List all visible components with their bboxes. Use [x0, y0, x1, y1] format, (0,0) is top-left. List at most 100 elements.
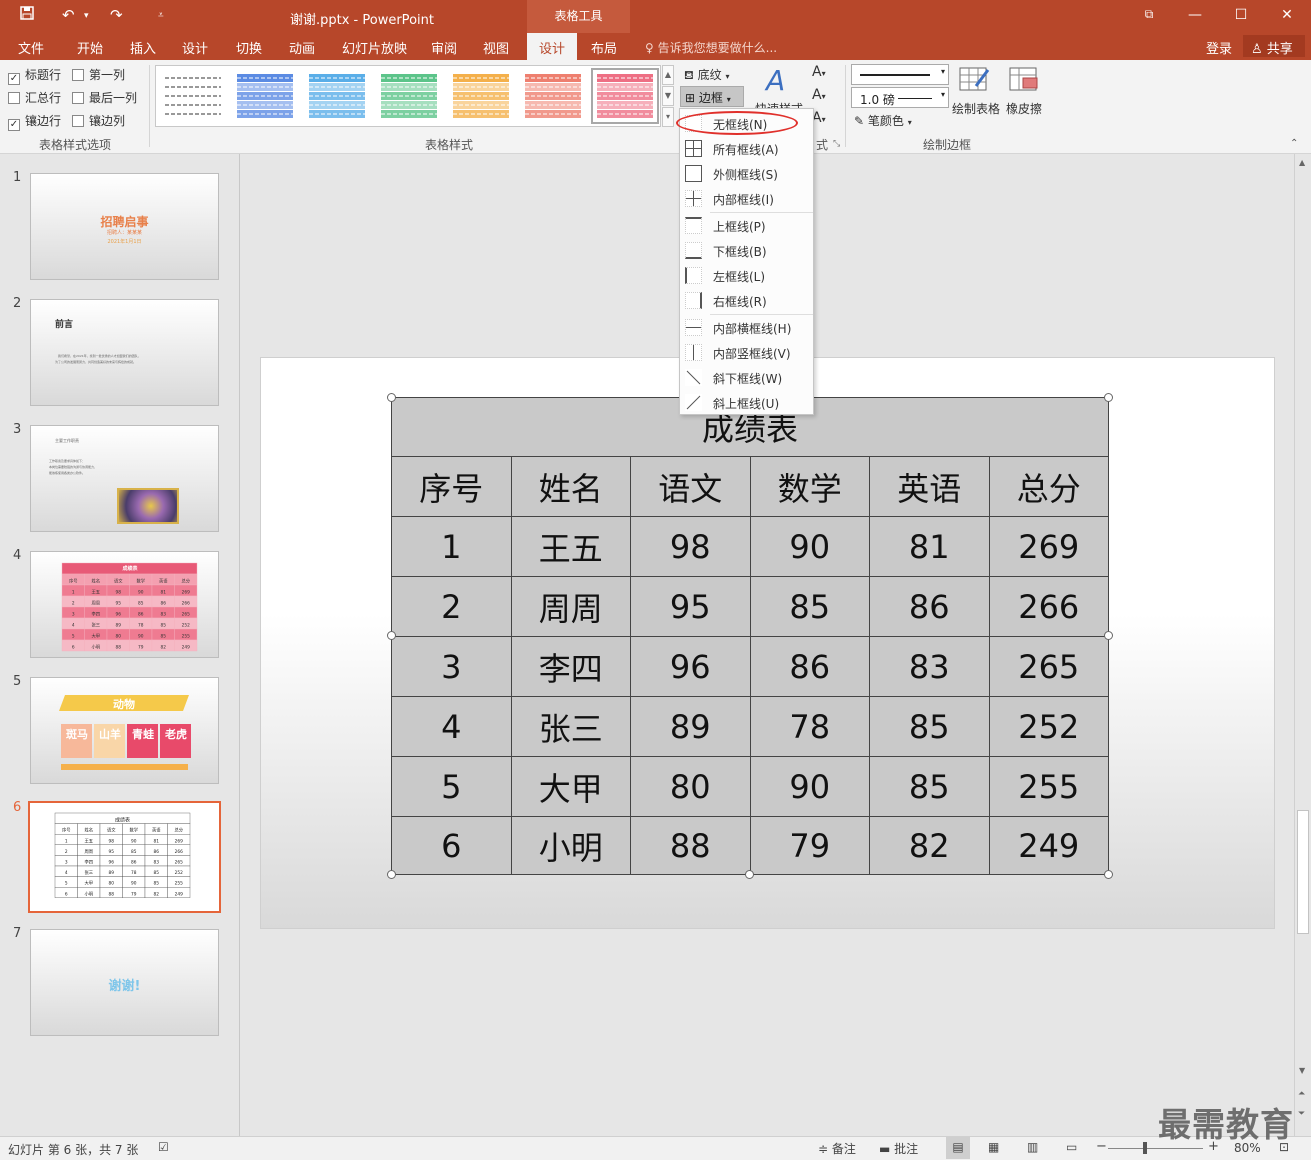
scroll-up-icon[interactable]: ▲ [1299, 158, 1305, 167]
menu-bottom-border[interactable]: 下框线(B) [680, 238, 813, 263]
table-cell[interactable]: 90 [749, 756, 870, 817]
slide-thumbnail-3[interactable]: 主要工作职责 工作职责及要求具体如下： 本岗位需要较强的沟通与协调能力， 能熟练… [30, 425, 219, 532]
header-cell[interactable]: 数学 [749, 456, 870, 517]
menu-top-border[interactable]: 上框线(P) [680, 213, 813, 238]
tab-view[interactable]: 视图 [483, 38, 509, 57]
header-cell[interactable]: 姓名 [510, 456, 631, 517]
table-cell[interactable]: 98 [630, 516, 751, 577]
table-cell[interactable]: 269 [988, 516, 1109, 577]
table-cell[interactable]: 78 [749, 696, 870, 757]
menu-all-borders[interactable]: 所有框线(A) [680, 136, 813, 161]
table-style-blue[interactable] [236, 73, 294, 119]
slide-thumbnail-6[interactable]: 成绩表 序号 姓名 语文 数学 英语 总分 1 王五 98 90 81 269 2 周周 95 85 86 266 3… [28, 801, 221, 913]
resize-handle[interactable] [1104, 631, 1113, 640]
table-cell[interactable]: 266 [988, 576, 1109, 637]
menu-diagonal-down-border[interactable]: 斜下框线(W) [680, 365, 813, 390]
gallery-up-icon[interactable]: ▲ [662, 65, 674, 85]
table-cell[interactable]: 6 [391, 816, 512, 875]
table-cell[interactable]: 88 [630, 816, 751, 875]
redo-icon[interactable]: ↷ [110, 6, 123, 24]
grade-table[interactable]: 成绩表 序号 姓名 语文 数学 英语 总分 1 王五 98 90 81 269 … [391, 397, 1109, 875]
resize-handle[interactable] [387, 870, 396, 879]
table-style-green[interactable] [380, 73, 438, 119]
table-cell[interactable]: 249 [988, 816, 1109, 875]
tell-me-box[interactable]: ♀ 告诉我您想要做什么... [645, 39, 777, 56]
resize-handle[interactable] [387, 393, 396, 402]
pen-weight-combo[interactable]: 1.0 磅 ▾ [851, 87, 949, 108]
table-cell[interactable]: 李四 [510, 636, 631, 697]
vertical-scrollbar[interactable]: ▲ ▼ ⏶ ⏷ [1294, 154, 1311, 1136]
slide-sorter-icon[interactable]: ▦ [988, 1140, 999, 1154]
table-style-salmon[interactable] [524, 73, 582, 119]
resize-handle[interactable] [387, 631, 396, 640]
total-row-checkbox[interactable]: 汇总行 [8, 89, 61, 106]
draw-table-button[interactable] [958, 66, 990, 97]
close-icon[interactable]: ✕ [1275, 7, 1299, 23]
tab-animations[interactable]: 动画 [289, 38, 315, 57]
scroll-down-icon[interactable]: ▼ [1299, 1066, 1305, 1075]
table-cell[interactable]: 81 [869, 516, 990, 577]
table-style-light-blue[interactable] [308, 73, 366, 119]
table-cell[interactable]: 89 [630, 696, 751, 757]
table-cell[interactable]: 82 [869, 816, 990, 875]
menu-right-border[interactable]: 右框线(R) [680, 288, 813, 313]
table-cell[interactable]: 265 [988, 636, 1109, 697]
table-cell[interactable]: 3 [391, 636, 512, 697]
collapse-ribbon-icon[interactable]: ⌃ [1290, 138, 1298, 149]
menu-diagonal-up-border[interactable]: 斜上框线(U) [680, 390, 813, 415]
pen-color-button[interactable]: ✎ 笔颜色 ▾ [854, 112, 912, 129]
table-cell[interactable]: 255 [988, 756, 1109, 817]
header-cell[interactable]: 序号 [391, 456, 512, 517]
border-button[interactable]: ⊞ 边框 ▾ [680, 86, 744, 107]
slideshow-icon[interactable]: ▭ [1066, 1140, 1077, 1154]
eraser-label[interactable]: 橡皮擦 [1006, 100, 1042, 117]
dialog-launcher-icon[interactable]: ⤡ [833, 139, 840, 149]
comments-button[interactable]: ▬ 批注 [879, 1140, 918, 1157]
table-cell[interactable]: 85 [749, 576, 870, 637]
tab-table-layout[interactable]: 布局 [591, 38, 617, 57]
last-column-checkbox[interactable]: 最后一列 [72, 89, 137, 106]
tab-file[interactable]: 文件 [18, 38, 44, 57]
header-cell[interactable]: 英语 [869, 456, 990, 517]
tab-review[interactable]: 审阅 [431, 38, 457, 57]
table-cell[interactable]: 90 [749, 516, 870, 577]
resize-handle[interactable] [745, 870, 754, 879]
table-cell[interactable]: 86 [749, 636, 870, 697]
table-cell[interactable]: 王五 [510, 516, 631, 577]
menu-inside-vertical-border[interactable]: 内部竖框线(V) [680, 340, 813, 365]
login-link[interactable]: 登录 [1206, 38, 1232, 57]
scrollbar-thumb[interactable] [1297, 810, 1309, 934]
zoom-out-icon[interactable]: − [1096, 1139, 1107, 1154]
menu-outside-borders[interactable]: 外侧框线(S) [680, 161, 813, 186]
share-button[interactable]: ♙ 共享 [1243, 35, 1305, 57]
table-style-plain[interactable] [164, 73, 222, 119]
save-icon[interactable] [20, 6, 34, 24]
table-cell[interactable]: 2 [391, 576, 512, 637]
text-fill-icon[interactable]: A▾ [812, 64, 826, 80]
text-effects-icon[interactable]: A▾ [812, 110, 826, 126]
table-cell[interactable]: 周周 [510, 576, 631, 637]
table-cell[interactable]: 85 [869, 696, 990, 757]
table-cell[interactable]: 96 [630, 636, 751, 697]
undo-icon[interactable]: ↶ [62, 6, 75, 24]
menu-left-border[interactable]: 左框线(L) [680, 263, 813, 288]
table-cell[interactable]: 小明 [510, 816, 631, 875]
table-cell[interactable]: 4 [391, 696, 512, 757]
table-cell[interactable]: 252 [988, 696, 1109, 757]
quick-styles-icon[interactable]: A [766, 64, 785, 97]
tab-transitions[interactable]: 切换 [236, 38, 262, 57]
text-outline-icon[interactable]: A▾ [812, 87, 826, 103]
table-cell[interactable]: 86 [869, 576, 990, 637]
header-row-checkbox[interactable]: ✓ 标题行 [8, 66, 61, 85]
maximize-icon[interactable]: ☐ [1229, 7, 1253, 23]
slide-thumbnail-1[interactable]: 招聘启事 招聘人：某某某 2021年1月1日 [30, 173, 219, 280]
tab-insert[interactable]: 插入 [130, 38, 156, 57]
next-slide-icon[interactable]: ⏷ [1298, 1109, 1305, 1119]
table-style-pink[interactable] [591, 68, 659, 124]
menu-inside-borders[interactable]: 内部框线(I) [680, 186, 813, 211]
minimize-icon[interactable]: — [1183, 7, 1207, 23]
header-cell[interactable]: 语文 [630, 456, 751, 517]
tab-table-design[interactable]: 设计 [527, 33, 578, 60]
first-column-checkbox[interactable]: 第一列 [72, 66, 125, 83]
header-cell[interactable]: 总分 [988, 456, 1109, 517]
